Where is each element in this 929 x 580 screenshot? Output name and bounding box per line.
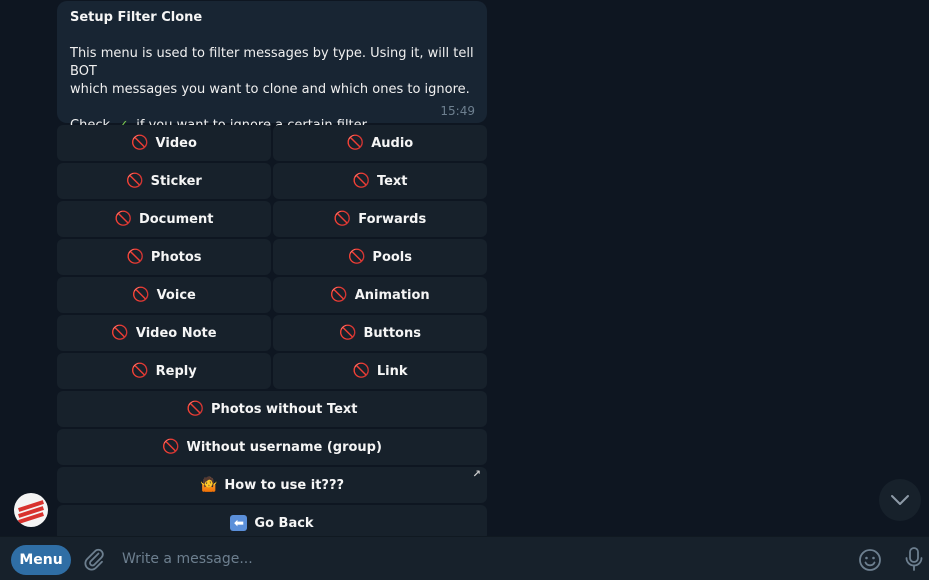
button-label: Text bbox=[376, 173, 408, 189]
microphone-icon[interactable] bbox=[903, 546, 925, 572]
message-title: Setup Filter Clone bbox=[70, 10, 203, 25]
message-body-line-1: This menu is used to filter messages by … bbox=[70, 46, 474, 79]
button-label: Forwards bbox=[358, 211, 427, 227]
message-composer: Menu bbox=[0, 536, 929, 580]
emoji-icon[interactable] bbox=[858, 548, 882, 572]
paperclip-icon[interactable] bbox=[82, 547, 106, 571]
how-to-use-button[interactable]: 🤷 How to use it??? ↗ bbox=[57, 467, 487, 503]
button-label: Animation bbox=[354, 287, 430, 303]
button-label: Document bbox=[138, 211, 214, 227]
filter-photos-button[interactable]: 🚫 Photos bbox=[57, 239, 271, 275]
keyboard-row: 🚫 Document 🚫 Forwards bbox=[57, 201, 487, 237]
keyboard-row: 🚫 Voice 🚫 Animation bbox=[57, 277, 487, 313]
prohibited-icon: 🚫 bbox=[352, 173, 370, 189]
button-label: Go Back bbox=[254, 515, 314, 531]
back-arrow-icon: ⬅ bbox=[230, 515, 248, 531]
prohibited-icon: 🚫 bbox=[339, 325, 357, 341]
bot-message: Setup Filter Clone This menu is used to … bbox=[57, 1, 487, 133]
filter-sticker-button[interactable]: 🚫 Sticker bbox=[57, 163, 271, 199]
keyboard-row: 🚫 Reply 🚫 Link bbox=[57, 353, 487, 389]
button-label: Video bbox=[155, 135, 197, 151]
keyboard-row: 🚫 Video Note 🚫 Buttons bbox=[57, 315, 487, 351]
button-label: How to use it??? bbox=[224, 477, 345, 493]
prohibited-icon: 🚫 bbox=[111, 325, 129, 341]
filter-pools-button[interactable]: 🚫 Pools bbox=[273, 239, 487, 275]
filter-without-username-button[interactable]: 🚫 Without username (group) bbox=[57, 429, 487, 465]
prohibited-icon: 🚫 bbox=[131, 135, 149, 151]
keyboard-row: 🚫 Photos 🚫 Pools bbox=[57, 239, 487, 275]
bot-avatar[interactable] bbox=[14, 493, 48, 527]
prohibited-icon: 🚫 bbox=[114, 211, 132, 227]
button-label: Buttons bbox=[363, 325, 421, 341]
menu-button[interactable]: Menu bbox=[11, 545, 71, 575]
prohibited-icon: 🚫 bbox=[126, 249, 144, 265]
filter-buttons-button[interactable]: 🚫 Buttons bbox=[273, 315, 487, 351]
keyboard-row: 🚫 Photos without Text bbox=[57, 391, 487, 427]
filter-video-button[interactable]: 🚫 Video bbox=[57, 125, 271, 161]
prohibited-icon: 🚫 bbox=[352, 363, 370, 379]
button-label: Photos bbox=[150, 249, 202, 265]
prohibited-icon: 🚫 bbox=[132, 287, 150, 303]
chevron-down-icon bbox=[891, 495, 909, 505]
filter-text-button[interactable]: 🚫 Text bbox=[273, 163, 487, 199]
prohibited-icon: 🚫 bbox=[126, 173, 144, 189]
prohibited-icon: 🚫 bbox=[347, 249, 366, 265]
button-label: Without username (group) bbox=[186, 439, 382, 455]
button-label: Audio bbox=[371, 135, 414, 151]
inline-keyboard: 🚫 Video 🚫 Audio 🚫 Sticker 🚫 Text 🚫 Document 🚫… bbox=[57, 125, 487, 543]
shrug-icon: 🤷 bbox=[199, 477, 218, 493]
filter-animation-button[interactable]: 🚫 Animation bbox=[273, 277, 487, 313]
message-body-line-2: which messages you want to clone and whi… bbox=[70, 82, 470, 97]
button-label: Voice bbox=[156, 287, 196, 303]
message-time: 15:49 bbox=[440, 104, 475, 118]
keyboard-row: 🚫 Sticker 🚫 Text bbox=[57, 163, 487, 199]
filter-photos-without-text-button[interactable]: 🚫 Photos without Text bbox=[57, 391, 487, 427]
keyboard-row: 🚫 Video 🚫 Audio bbox=[57, 125, 487, 161]
chat-area: Setup Filter Clone This menu is used to … bbox=[0, 0, 929, 541]
filter-forwards-button[interactable]: 🚫 Forwards bbox=[273, 201, 487, 237]
button-label: Link bbox=[376, 363, 408, 379]
prohibited-icon: 🚫 bbox=[131, 363, 149, 379]
button-label: Photos without Text bbox=[210, 401, 358, 417]
button-label: Pools bbox=[372, 249, 413, 265]
prohibited-icon: 🚫 bbox=[162, 439, 180, 455]
prohibited-icon: 🚫 bbox=[330, 287, 348, 303]
button-label: Video Note bbox=[135, 325, 217, 341]
filter-video-note-button[interactable]: 🚫 Video Note bbox=[57, 315, 271, 351]
button-label: Reply bbox=[155, 363, 197, 379]
message-input[interactable] bbox=[114, 543, 850, 575]
scroll-down-button[interactable] bbox=[879, 479, 921, 521]
filter-document-button[interactable]: 🚫 Document bbox=[57, 201, 271, 237]
prohibited-icon: 🚫 bbox=[346, 135, 365, 151]
prohibited-icon: 🚫 bbox=[333, 211, 352, 227]
button-label: Sticker bbox=[150, 173, 202, 189]
filter-link-button[interactable]: 🚫 Link bbox=[273, 353, 487, 389]
filter-audio-button[interactable]: 🚫 Audio bbox=[273, 125, 487, 161]
keyboard-row: 🤷 How to use it??? ↗ bbox=[57, 467, 487, 503]
external-link-icon: ↗ bbox=[472, 469, 481, 480]
prohibited-icon: 🚫 bbox=[186, 401, 204, 417]
keyboard-row: 🚫 Without username (group) bbox=[57, 429, 487, 465]
filter-voice-button[interactable]: 🚫 Voice bbox=[57, 277, 271, 313]
filter-reply-button[interactable]: 🚫 Reply bbox=[57, 353, 271, 389]
